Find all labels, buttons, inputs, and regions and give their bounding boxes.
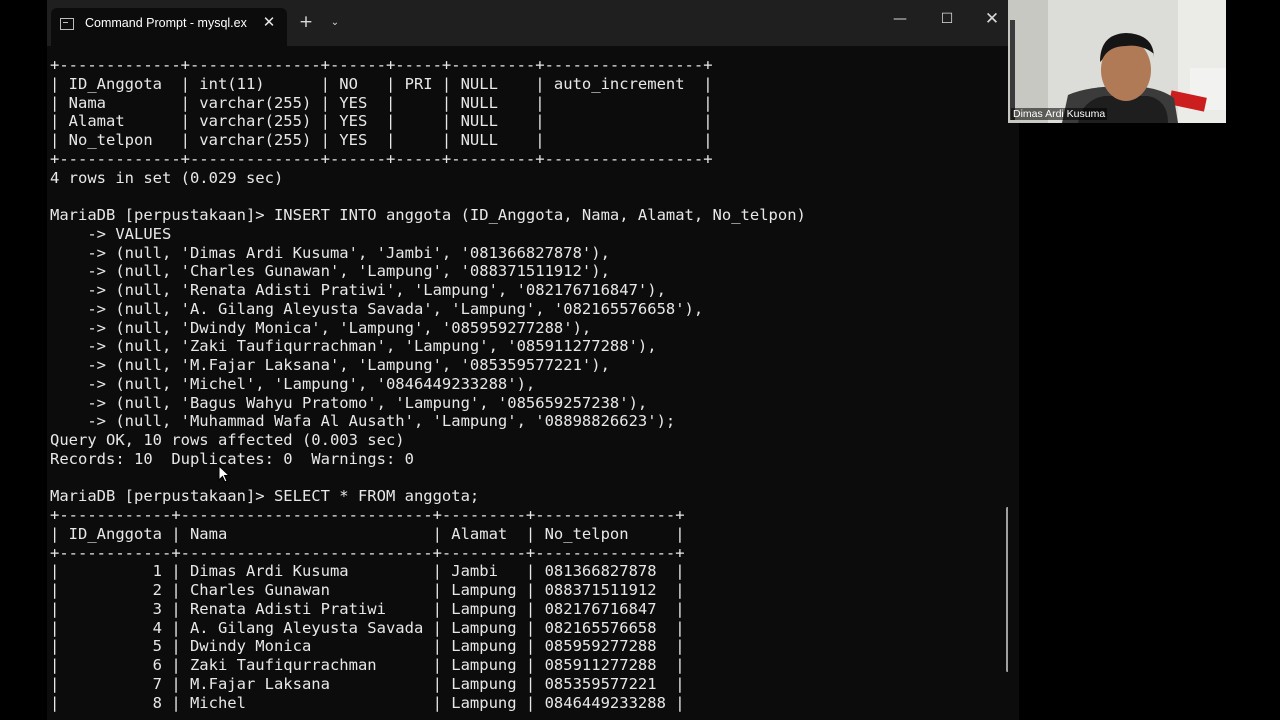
tab-dropdown-button[interactable]: ⌄ bbox=[327, 14, 343, 32]
terminal-line: | No_telpon | varchar(255) | YES | | NUL… bbox=[50, 131, 713, 149]
terminal-line: | ID_Anggota | int(11) | NO | PRI | NULL… bbox=[50, 74, 713, 93]
terminal-line: | 5 | Dwindy Monica | Lampung | 08595927… bbox=[50, 637, 685, 656]
minimize-button[interactable]: — bbox=[887, 9, 913, 29]
terminal-line: +-------------+--------------+------+---… bbox=[50, 149, 713, 168]
terminal-line: -> VALUES bbox=[50, 224, 172, 243]
terminal-line: +------------+--------------------------… bbox=[50, 543, 685, 562]
terminal-line: | 7 | M.Fajar Laksana | Lampung | 085359… bbox=[50, 674, 685, 693]
terminal-line: | Alamat | varchar(255) | YES | | NULL |… bbox=[50, 112, 713, 131]
terminal-line: | 2 | Charles Gunawan | Lampung | 088371… bbox=[50, 581, 685, 599]
terminal-line: -> (null, 'Zaki Taufiqurrachman', 'Lampu… bbox=[50, 337, 657, 356]
terminal-line: -> (null, 'Bagus Wahyu Pratomo', 'Lampun… bbox=[50, 393, 648, 412]
new-tab-button[interactable]: + bbox=[297, 11, 315, 33]
background-window-edge bbox=[1008, 120, 1019, 720]
mouse-cursor-icon bbox=[218, 465, 231, 483]
tab-command-prompt[interactable]: Command Prompt - mysql.exe ✕ bbox=[51, 8, 287, 46]
terminal-line: Records: 10 Duplicates: 0 Warnings: 0 bbox=[50, 449, 414, 468]
terminal-output[interactable]: +-------------+--------------+------+---… bbox=[50, 56, 806, 712]
terminal-line: Query OK, 10 rows affected (0.003 sec) bbox=[50, 431, 405, 449]
terminal-line: -> (null, 'Muhammad Wafa Al Ausath', 'La… bbox=[50, 412, 676, 431]
close-tab-icon[interactable]: ✕ bbox=[259, 12, 279, 32]
terminal-window: Command Prompt - mysql.exe ✕ + ⌄ — ☐ ✕ +… bbox=[47, 0, 1008, 720]
terminal-line: -> (null, 'Michel', 'Lampung', '08464492… bbox=[50, 374, 536, 393]
webcam-video bbox=[1008, 0, 1226, 123]
terminal-line: -> (null, 'A. Gilang Aleyusta Savada', '… bbox=[50, 299, 704, 318]
terminal-line: | 1 | Dimas Ardi Kusuma | Jambi | 081366… bbox=[50, 562, 685, 581]
terminal-line: | 4 | A. Gilang Aleyusta Savada | Lampun… bbox=[50, 618, 685, 637]
terminal-line: | 8 | Michel | Lampung | 0846449233288 | bbox=[50, 693, 685, 712]
tab-title: Command Prompt - mysql.exe bbox=[85, 16, 247, 30]
terminal-line: -> (null, 'Dwindy Monica', 'Lampung', '0… bbox=[50, 318, 592, 337]
terminal-line: -> (null, 'Renata Adisti Pratiwi', 'Lamp… bbox=[50, 281, 666, 299]
maximize-button[interactable]: ☐ bbox=[934, 9, 960, 29]
terminal-line: MariaDB [perpustakaan]> SELECT * FROM an… bbox=[50, 487, 480, 506]
terminal-icon bbox=[60, 18, 74, 30]
terminal-line: | 6 | Zaki Taufiqurrachman | Lampung | 0… bbox=[50, 656, 685, 674]
terminal-line: -> (null, 'Dimas Ardi Kusuma', 'Jambi', … bbox=[50, 243, 610, 262]
terminal-line: +-------------+--------------+------+---… bbox=[50, 56, 713, 74]
terminal-line: -> (null, 'M.Fajar Laksana', 'Lampung', … bbox=[50, 356, 610, 374]
terminal-line: | Nama | varchar(255) | YES | | NULL | | bbox=[50, 93, 713, 112]
title-bar: Command Prompt - mysql.exe ✕ + ⌄ — ☐ ✕ bbox=[47, 0, 1008, 46]
terminal-line: MariaDB [perpustakaan]> INSERT INTO angg… bbox=[50, 206, 806, 224]
terminal-line: 4 rows in set (0.029 sec) bbox=[50, 168, 284, 187]
terminal-line: -> (null, 'Charles Gunawan', 'Lampung', … bbox=[50, 262, 610, 281]
webcam-name-label: Dimas Ardi Kusuma bbox=[1011, 108, 1108, 120]
webcam-overlay: Dimas Ardi Kusuma bbox=[1008, 0, 1226, 123]
terminal-line: | 3 | Renata Adisti Pratiwi | Lampung | … bbox=[50, 599, 685, 618]
close-window-button[interactable]: ✕ bbox=[979, 8, 1005, 30]
terminal-line: | ID_Anggota | Nama | Alamat | No_telpon… bbox=[50, 524, 685, 543]
terminal-line: +------------+--------------------------… bbox=[50, 506, 685, 524]
